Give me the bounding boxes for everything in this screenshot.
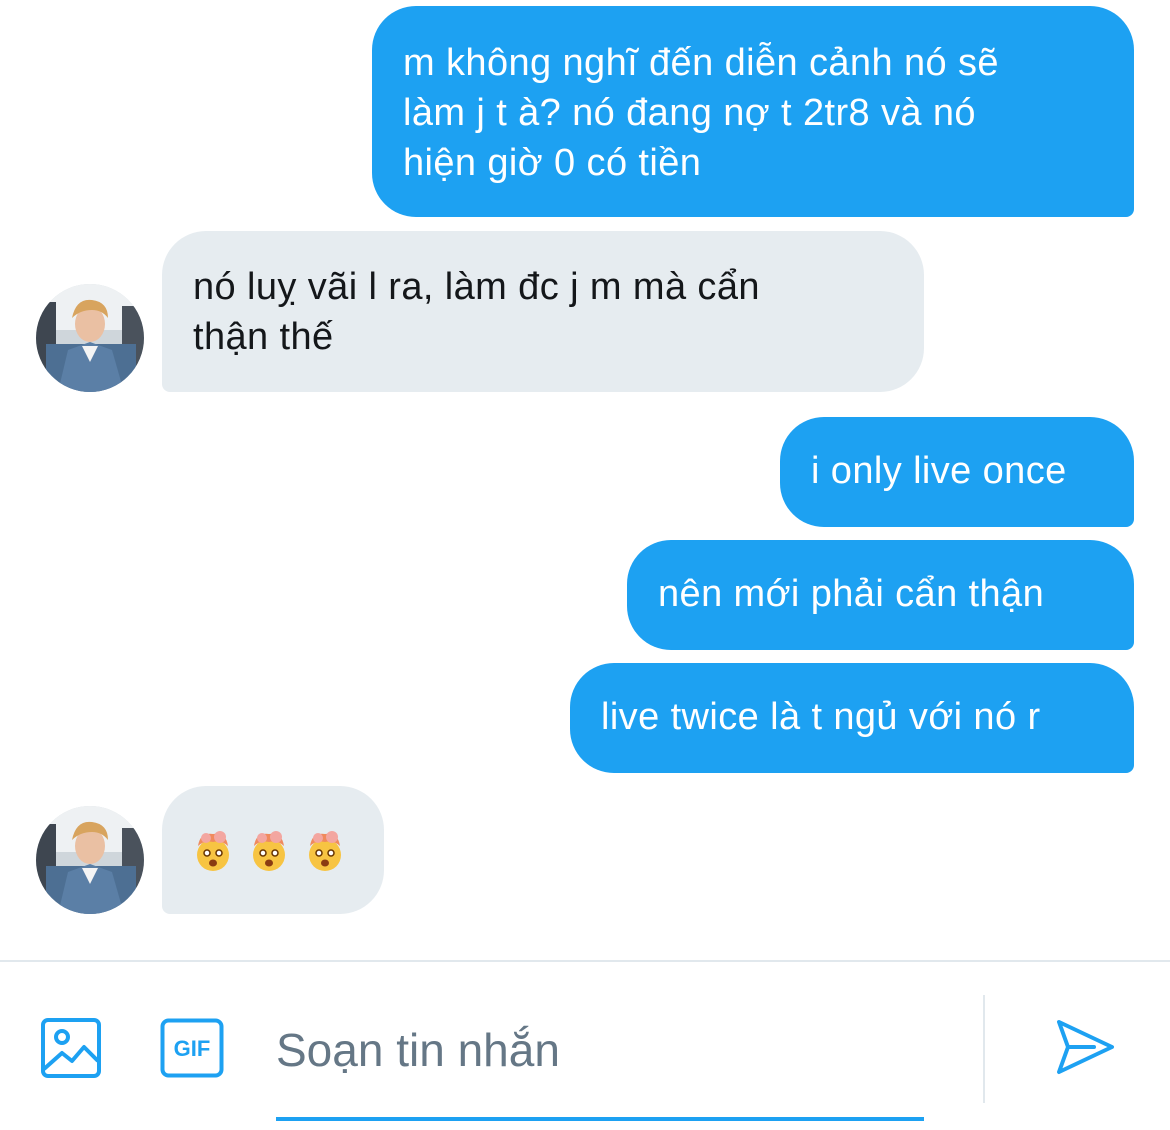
gif-label: GIF: [174, 1036, 211, 1061]
message-text-line: i only live once: [811, 450, 1067, 492]
message-bubble-incoming[interactable]: nó luỵ vãi l ra, làm đc j m mà cẩn thận …: [162, 231, 924, 392]
add-media-button[interactable]: [40, 1017, 102, 1079]
input-focus-underline: [276, 1117, 924, 1121]
gif-button[interactable]: GIF: [160, 1018, 224, 1078]
message-bubble-outgoing[interactable]: live twice là t ngủ với nó r: [570, 663, 1134, 773]
message-bubble-outgoing[interactable]: i only live once: [780, 417, 1134, 527]
avatar-image: [36, 806, 144, 914]
gif-icon: GIF: [160, 1018, 224, 1078]
avatar-image: [36, 284, 144, 392]
send-button[interactable]: [1054, 1016, 1116, 1078]
message-text-line: thận thế: [193, 316, 334, 358]
avatar[interactable]: [36, 806, 144, 914]
send-icon: [1057, 1020, 1114, 1074]
message-text-line: hiện giờ 0 có tiền: [403, 142, 702, 184]
exploding-head-emoji: [248, 830, 290, 885]
message-text-line: nên mới phải cẩn thận: [658, 573, 1045, 615]
composer-separator: [983, 995, 985, 1103]
message-text-line: live twice là t ngủ với nó r: [601, 696, 1041, 738]
exploding-head-emoji: [192, 830, 234, 885]
message-text-line: m không nghĩ đến diễn cảnh nó sẽ: [403, 42, 999, 84]
message-text-line: làm j t à? nó đang nợ t 2tr8 và nó: [403, 92, 976, 134]
message-text-line: nó luỵ vãi l ra, làm đc j m mà cẩn: [193, 266, 760, 308]
message-input[interactable]: [276, 1010, 924, 1090]
exploding-head-emoji: [304, 830, 346, 885]
composer-divider: [0, 960, 1170, 962]
image-icon: [41, 1018, 101, 1078]
avatar[interactable]: [36, 284, 144, 392]
message-bubble-incoming[interactable]: [162, 786, 384, 914]
message-bubble-outgoing[interactable]: m không nghĩ đến diễn cảnh nó sẽ làm j t…: [372, 6, 1134, 217]
message-bubble-outgoing[interactable]: nên mới phải cẩn thận: [627, 540, 1134, 650]
